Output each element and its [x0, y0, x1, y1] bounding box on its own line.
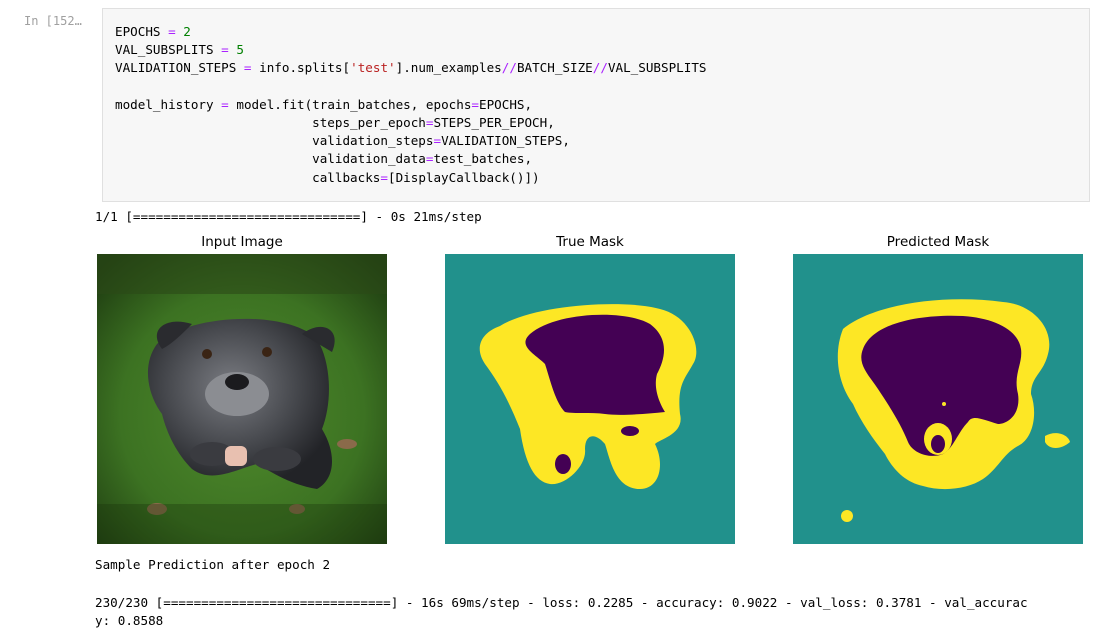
predicted-mask-image — [793, 254, 1083, 544]
output-caption: Sample Prediction after epoch 2 — [95, 557, 331, 572]
panel-title-predicted-mask: Predicted Mask — [886, 234, 990, 250]
code-editor[interactable]: EPOCHS = 2 VAL_SUBSPLITS = 5 VALIDATION_… — [115, 23, 707, 187]
cell-prompt: In [152… — [24, 14, 82, 28]
true-mask-image — [445, 254, 735, 544]
input-image — [97, 254, 387, 544]
progress-output-2-wrap: y: 0.8588 — [95, 613, 164, 628]
panel-title-input-image: Input Image — [201, 234, 283, 250]
code-cell-input[interactable]: EPOCHS = 2 VAL_SUBSPLITS = 5 VALIDATION_… — [102, 8, 1090, 202]
progress-output-1: 1/1 [==============================] - 0… — [95, 209, 482, 224]
progress-output-2: 230/230 [==============================]… — [95, 595, 1028, 610]
panel-title-true-mask: True Mask — [556, 234, 624, 250]
